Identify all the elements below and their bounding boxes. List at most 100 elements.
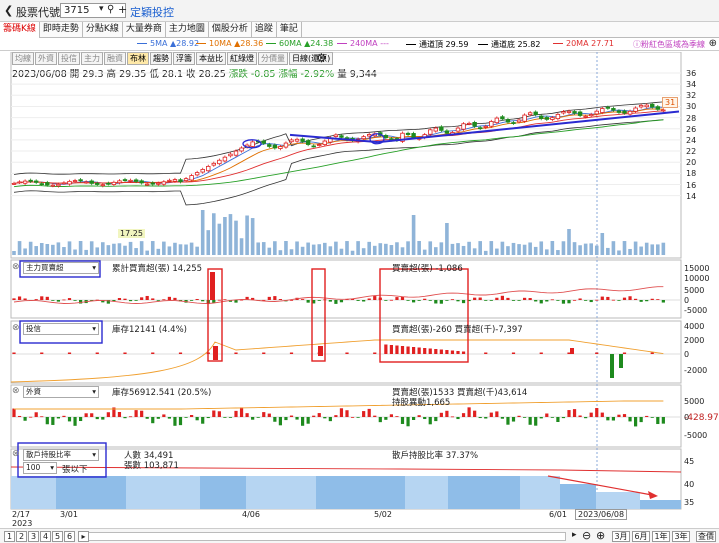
range-button[interactable]: 3年 bbox=[672, 531, 690, 542]
back-icon[interactable]: ❮ bbox=[4, 4, 13, 17]
close-icon[interactable]: ⊗ bbox=[12, 262, 20, 272]
tab-6[interactable]: 追蹤 bbox=[252, 22, 277, 38]
volume-bar bbox=[411, 215, 416, 255]
tab-7[interactable]: 筆記 bbox=[277, 22, 302, 38]
page-button[interactable]: 3 bbox=[28, 531, 39, 542]
x-label: 2/17 bbox=[12, 510, 30, 519]
candle-body bbox=[222, 156, 228, 162]
volume-bar bbox=[395, 242, 399, 255]
net-buy-bar bbox=[334, 300, 338, 304]
net-buy-bar bbox=[461, 300, 466, 304]
scroll-right-icon[interactable]: ▸ bbox=[572, 530, 577, 540]
dropdown-icon[interactable]: ▾ bbox=[99, 4, 104, 14]
net-buy-bar bbox=[395, 297, 399, 300]
net-buy-bar bbox=[173, 297, 177, 300]
panel2-select[interactable]: 投信 ▾ bbox=[23, 323, 99, 335]
trust-bar bbox=[373, 352, 377, 354]
add-icon[interactable]: + bbox=[118, 3, 127, 16]
candle-body bbox=[261, 140, 266, 144]
tab-3[interactable]: 大量券商 bbox=[123, 22, 166, 38]
candle-body bbox=[461, 123, 466, 130]
volume-bar bbox=[578, 245, 582, 255]
net-buy-bar bbox=[511, 300, 516, 301]
stock-code-input[interactable]: 3715 ▾ ⚲ + bbox=[60, 3, 127, 18]
volume-bar bbox=[567, 229, 571, 255]
candle-body bbox=[100, 184, 105, 187]
range-button[interactable]: 3月 bbox=[612, 531, 630, 542]
trust-bar bbox=[434, 349, 438, 354]
panel3-select[interactable]: 外資 ▾ bbox=[23, 386, 99, 398]
trust-bar bbox=[389, 345, 393, 354]
net-buy-bar bbox=[201, 300, 205, 302]
foreign-bar bbox=[506, 417, 510, 425]
query-button[interactable]: 查價 bbox=[696, 531, 716, 542]
foreign-bar bbox=[473, 410, 477, 417]
foreign-bar bbox=[312, 415, 316, 417]
foreign-bar bbox=[56, 417, 60, 419]
panel4-select[interactable]: 散戶持股比率 ▾ bbox=[23, 449, 99, 461]
volume-bar bbox=[406, 241, 410, 255]
range-button[interactable]: 6月 bbox=[632, 531, 650, 542]
volume-bar bbox=[472, 248, 477, 255]
tab-4[interactable]: 主力地圖 bbox=[166, 22, 209, 38]
candle-body bbox=[22, 180, 28, 184]
candle-body bbox=[122, 179, 128, 181]
range-button[interactable]: 1年 bbox=[652, 531, 670, 542]
close-icon[interactable]: ⊗ bbox=[12, 449, 20, 459]
net-buy-bar bbox=[151, 298, 155, 300]
net-buy-bar bbox=[362, 300, 366, 302]
holding-threshold-select[interactable]: 100 ▾ bbox=[23, 462, 57, 474]
page-button[interactable]: 4 bbox=[40, 531, 51, 542]
page-button[interactable]: 5 bbox=[52, 531, 63, 542]
foreign-bar bbox=[267, 413, 271, 417]
panel1-select[interactable]: 主力買賣超 ▾ bbox=[23, 262, 99, 274]
net-buy-bar bbox=[117, 298, 122, 300]
main-plot-frame bbox=[10, 52, 682, 259]
trust-bar bbox=[610, 354, 614, 378]
zoom-out-icon[interactable]: ⊖ bbox=[582, 529, 591, 542]
net-buy-bar bbox=[445, 300, 449, 301]
volume-bar bbox=[422, 249, 427, 255]
close-icon[interactable]: ⊗ bbox=[12, 323, 20, 333]
net-buy-bar bbox=[634, 298, 638, 300]
candle-body bbox=[250, 141, 255, 147]
foreign-bar bbox=[412, 417, 416, 420]
horizontal-scrollbar[interactable] bbox=[86, 532, 566, 541]
volume-bar bbox=[195, 246, 199, 255]
candle-body bbox=[34, 180, 39, 183]
page-button[interactable]: 2 bbox=[16, 531, 27, 542]
volume-bar bbox=[622, 241, 627, 255]
candle-body bbox=[605, 106, 611, 109]
y-tick-label: -2000 bbox=[684, 366, 708, 375]
foreign-bar bbox=[12, 408, 16, 417]
foreign-bar bbox=[417, 415, 421, 417]
close-icon[interactable]: ⊗ bbox=[12, 386, 20, 396]
page-button[interactable]: 1 bbox=[4, 531, 15, 542]
tab-0[interactable]: 籌碼K線 bbox=[0, 22, 40, 38]
tab-1[interactable]: 即時走勢 bbox=[40, 22, 83, 38]
search-icon[interactable]: ⚲ bbox=[107, 4, 114, 15]
expand-icon[interactable]: ⊕ bbox=[709, 38, 717, 49]
candle-body bbox=[61, 182, 67, 185]
volume-bar bbox=[628, 248, 632, 255]
tab-5[interactable]: 個股分析 bbox=[209, 22, 252, 38]
trust-bar bbox=[384, 344, 388, 354]
volume-bar bbox=[239, 238, 244, 255]
trust-bar bbox=[619, 354, 623, 368]
candle-body bbox=[511, 122, 516, 124]
volume-bar bbox=[167, 246, 172, 255]
candle-body bbox=[339, 135, 344, 138]
foreign-bar bbox=[278, 417, 282, 426]
zoom-in-icon[interactable]: ⊕ bbox=[596, 529, 605, 542]
net-buy-bar bbox=[595, 299, 599, 301]
page-button[interactable]: 6 bbox=[64, 531, 75, 542]
tab-2[interactable]: 分點K線 bbox=[83, 22, 123, 38]
trust-bar bbox=[40, 352, 44, 354]
trust-bar bbox=[400, 346, 405, 354]
chart-area[interactable] bbox=[0, 52, 719, 528]
page-next-icon[interactable]: ▸ bbox=[78, 531, 89, 542]
candle-body bbox=[611, 108, 616, 111]
volume-bar bbox=[267, 247, 272, 255]
x-label: 6/01 bbox=[549, 510, 567, 519]
candle-body bbox=[128, 179, 133, 182]
